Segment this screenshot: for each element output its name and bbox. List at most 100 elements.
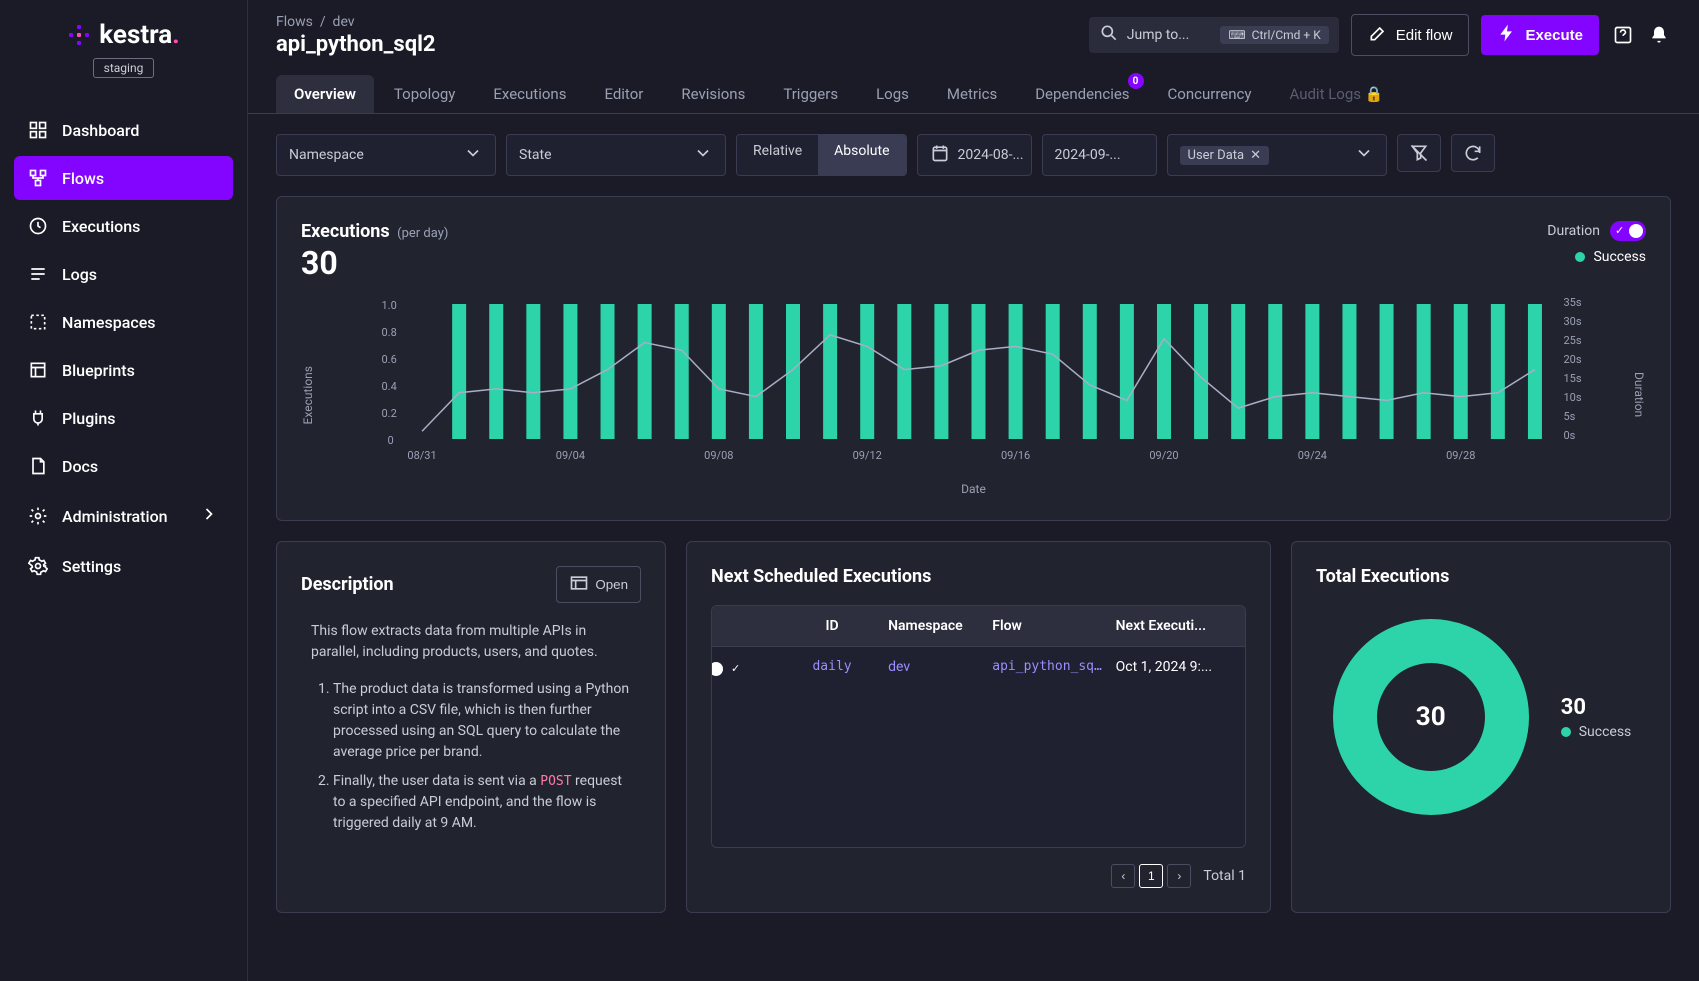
prev-page-button[interactable]: ‹: [1111, 864, 1135, 888]
sidebar-item-blueprints[interactable]: Blueprints: [14, 348, 233, 392]
sidebar-item-label: Flows: [62, 169, 104, 188]
cell-flow[interactable]: api_python_sq...: [992, 659, 1107, 675]
duration-toggle[interactable]: ✓: [1610, 221, 1646, 241]
col-flow: Flow: [992, 618, 1107, 634]
duration-label: Duration: [1547, 223, 1600, 239]
filters: Namespace State Relative Absolute 2024-0…: [248, 114, 1699, 196]
svg-text:09/12: 09/12: [853, 449, 882, 462]
docs-icon: [28, 456, 48, 476]
notifications-button[interactable]: [1647, 23, 1671, 47]
sidebar-item-label: Settings: [62, 557, 121, 576]
tag-label: User Data: [1188, 148, 1245, 163]
description-body: This flow extracts data from multiple AP…: [301, 621, 641, 834]
svg-text:0s: 0s: [1564, 429, 1576, 442]
table-row[interactable]: ✓ daily dev api_python_sq... Oct 1, 2024…: [712, 647, 1245, 847]
desc-item-2: Finally, the user data is sent via a POS…: [333, 771, 631, 834]
tab-topology[interactable]: Topology: [376, 75, 473, 113]
breadcrumb-flows[interactable]: Flows: [276, 14, 313, 30]
bolt-icon: [1497, 23, 1517, 47]
admin-icon: [28, 506, 48, 526]
filter-off-icon: [1409, 143, 1429, 163]
tag-filter[interactable]: User Data ✕: [1167, 134, 1387, 176]
tab-executions[interactable]: Executions: [475, 75, 584, 113]
tab-triggers[interactable]: Triggers: [765, 75, 856, 113]
open-label: Open: [595, 577, 628, 592]
tab-revisions[interactable]: Revisions: [663, 75, 763, 113]
jump-placeholder: Jump to...: [1127, 27, 1190, 43]
relative-option[interactable]: Relative: [737, 135, 818, 175]
page-1-button[interactable]: 1: [1139, 864, 1163, 888]
namespace-filter[interactable]: Namespace: [276, 134, 496, 176]
svg-text:35s: 35s: [1564, 296, 1582, 309]
svg-text:09/08: 09/08: [704, 449, 733, 462]
date-from-input[interactable]: 2024-08-...: [917, 134, 1032, 176]
breadcrumb-namespace[interactable]: dev: [333, 14, 355, 30]
keyboard-icon: ⌨: [1228, 28, 1245, 42]
sidebar-item-executions[interactable]: Executions: [14, 204, 233, 248]
svg-text:0.4: 0.4: [382, 380, 397, 393]
sidebar-item-label: Namespaces: [62, 313, 156, 332]
jump-to-search[interactable]: Jump to... ⌨ Ctrl/Cmd + K: [1089, 17, 1339, 53]
chart-title: Executions: [301, 221, 390, 242]
donut-center-value: 30: [1416, 702, 1446, 732]
desc-title: Description: [301, 574, 394, 595]
executions-chart: 1.0 0.8 0.6 0.4 0.2 0 35s 30s 25s 20s 15…: [319, 294, 1628, 474]
sched-title: Next Scheduled Executions: [711, 566, 1246, 587]
kestra-logo-icon: [67, 23, 91, 47]
close-icon[interactable]: ✕: [1250, 148, 1261, 163]
help-button[interactable]: [1611, 23, 1635, 47]
tab-logs[interactable]: Logs: [858, 75, 927, 113]
x-axis-label: Date: [319, 482, 1628, 496]
date-from-value: 2024-08-...: [958, 147, 1024, 163]
sidebar-item-flows[interactable]: Flows: [14, 156, 233, 200]
cell-next: Oct 1, 2024 9:...: [1116, 659, 1231, 675]
tab-dependencies[interactable]: Dependencies 0: [1017, 75, 1147, 113]
total-executions-panel: Total Executions 30 30 Success: [1291, 541, 1671, 913]
sidebar-item-settings[interactable]: Settings: [14, 544, 233, 588]
sidebar-item-logs[interactable]: Logs: [14, 252, 233, 296]
legend-success: Success: [1575, 249, 1646, 265]
sidebar-item-label: Blueprints: [62, 361, 135, 380]
sidebar-item-administration[interactable]: Administration: [14, 492, 233, 540]
execute-label: Execute: [1525, 27, 1583, 44]
refresh-icon: [1463, 143, 1483, 163]
svg-text:15s: 15s: [1564, 372, 1582, 385]
pagination: ‹ 1 › Total 1: [711, 864, 1246, 888]
tab-label: Dependencies: [1035, 85, 1129, 103]
svg-text:09/04: 09/04: [556, 449, 585, 462]
sidebar-nav: Dashboard Flows Executions Logs Namespac…: [14, 108, 233, 588]
donut-chart: 30: [1331, 617, 1531, 817]
sidebar-item-namespaces[interactable]: Namespaces: [14, 300, 233, 344]
pencil-icon: [1368, 23, 1388, 47]
blueprints-icon: [28, 360, 48, 380]
open-description-button[interactable]: Open: [556, 566, 641, 603]
refresh-button[interactable]: [1451, 134, 1495, 172]
state-filter[interactable]: State: [506, 134, 726, 176]
sidebar-item-plugins[interactable]: Plugins: [14, 396, 233, 440]
svg-text:0.2: 0.2: [382, 407, 397, 420]
clear-filters-button[interactable]: [1397, 134, 1441, 172]
cell-id[interactable]: daily: [784, 659, 880, 675]
svg-text:25s: 25s: [1564, 334, 1582, 347]
execute-button[interactable]: Execute: [1481, 15, 1599, 55]
tab-editor[interactable]: Editor: [586, 75, 661, 113]
tab-concurrency[interactable]: Concurrency: [1150, 75, 1270, 113]
kbd-text: Ctrl/Cmd + K: [1252, 28, 1321, 42]
date-to-input[interactable]: 2024-09-...: [1042, 134, 1157, 176]
expand-icon: [569, 573, 589, 596]
sidebar-item-dashboard[interactable]: Dashboard: [14, 108, 233, 152]
date-to-value: 2024-09-...: [1055, 147, 1121, 163]
tabs: Overview Topology Executions Editor Revi…: [248, 57, 1699, 114]
search-icon: [1099, 23, 1119, 47]
tab-overview[interactable]: Overview: [276, 75, 374, 113]
edit-flow-button[interactable]: Edit flow: [1351, 14, 1470, 56]
sidebar-item-label: Plugins: [62, 409, 115, 428]
desc-paragraph: This flow extracts data from multiple AP…: [311, 621, 631, 663]
cell-namespace[interactable]: dev: [888, 659, 984, 675]
svg-text:0.6: 0.6: [382, 353, 397, 366]
tab-metrics[interactable]: Metrics: [929, 75, 1015, 113]
svg-text:09/20: 09/20: [1149, 449, 1178, 462]
sidebar-item-docs[interactable]: Docs: [14, 444, 233, 488]
next-page-button[interactable]: ›: [1167, 864, 1191, 888]
absolute-option[interactable]: Absolute: [818, 135, 905, 175]
